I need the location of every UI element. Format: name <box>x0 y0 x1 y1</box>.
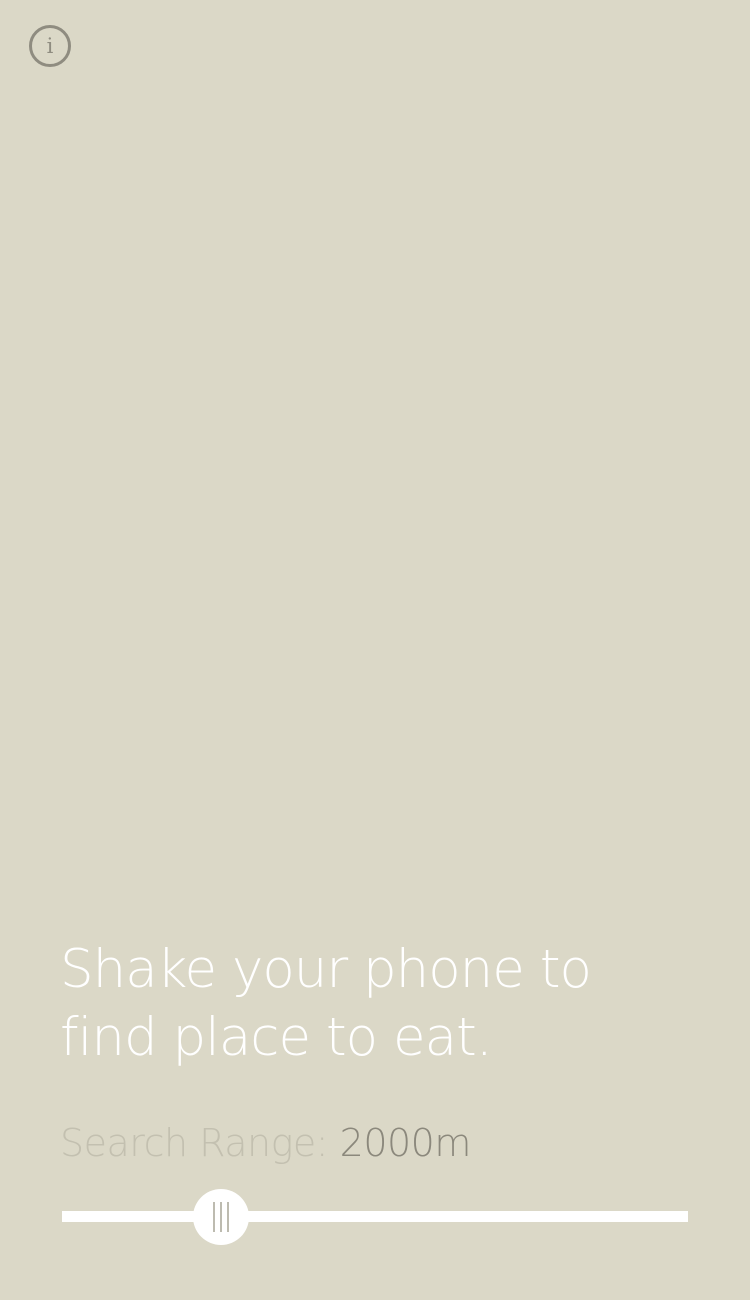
grip-line <box>227 1202 229 1232</box>
prompt-line-1: Shake your phone to <box>60 939 592 1000</box>
info-button[interactable]: i <box>29 25 71 67</box>
shake-prompt: Shake your phone to find place to eat. <box>60 936 660 1072</box>
grip-line <box>220 1202 222 1232</box>
info-icon: i <box>46 33 54 58</box>
search-range-readout: Search Range: 2000m <box>60 1118 471 1168</box>
search-range-value: 2000m <box>339 1121 472 1165</box>
slider-track[interactable] <box>62 1211 688 1222</box>
prompt-line-2: find place to eat. <box>60 1007 493 1068</box>
search-range-slider[interactable] <box>62 1188 688 1246</box>
search-range-label: Search Range: <box>60 1121 329 1165</box>
grip-line <box>213 1202 215 1232</box>
slider-thumb[interactable] <box>193 1189 249 1245</box>
